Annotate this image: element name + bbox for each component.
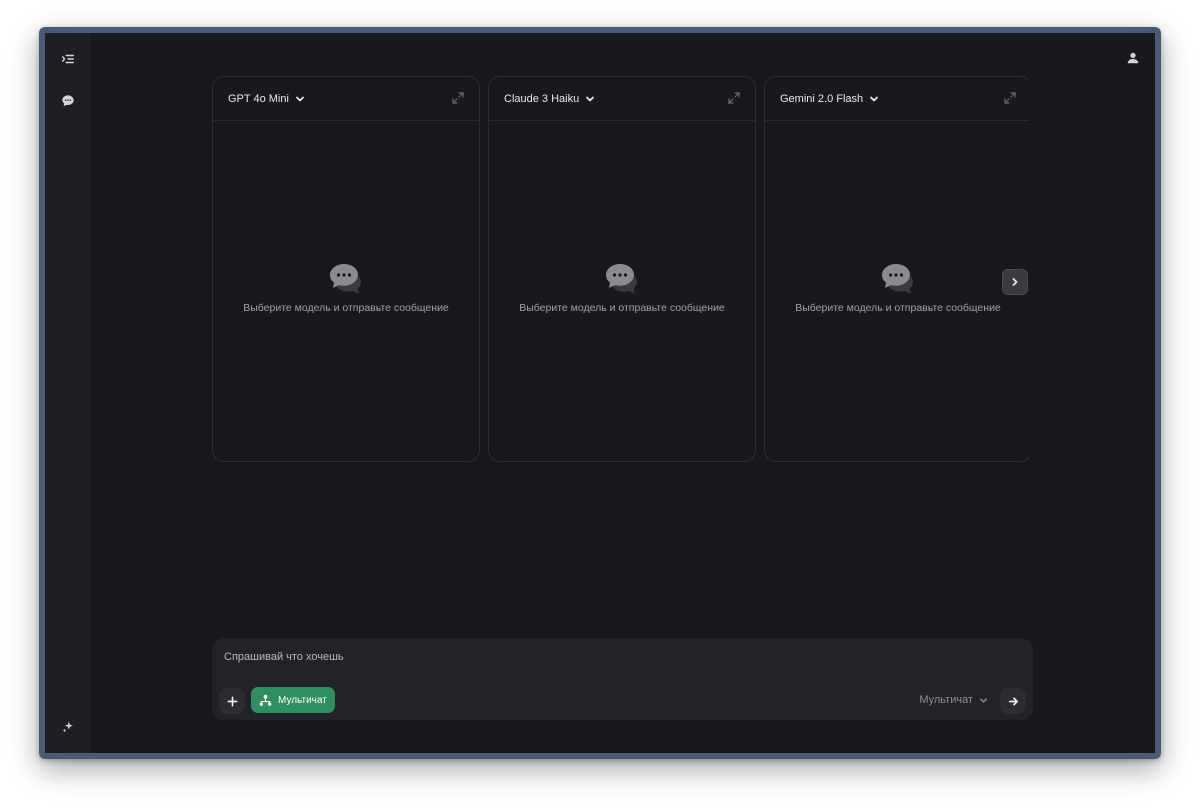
empty-state: Выберите модель и отправьте сообщение — [489, 262, 755, 314]
user-icon[interactable] — [1123, 48, 1143, 68]
empty-state: Выберите модель и отправьте сообщение — [765, 262, 1029, 314]
app-root: GPT 4o Mini Выберите модель и отправьте … — [45, 33, 1155, 753]
model-panel: Claude 3 Haiku Выберите модель и отправь… — [488, 76, 756, 462]
panel-header: GPT 4o Mini — [213, 77, 479, 121]
chevron-down-icon — [296, 96, 304, 101]
add-button[interactable] — [219, 688, 245, 714]
model-name: Gemini 2.0 Flash — [780, 92, 864, 105]
plus-icon — [227, 696, 237, 706]
composer: Мультичат Мультичат — [212, 638, 1033, 720]
sidebar-toggle-icon[interactable] — [58, 49, 78, 69]
model-name: Claude 3 Haiku — [504, 92, 580, 105]
model-select[interactable]: GPT 4o Mini — [228, 93, 305, 105]
scroll-next-button[interactable] — [1002, 269, 1028, 295]
arrow-right-icon — [1008, 696, 1018, 706]
chevron-down-icon — [870, 96, 879, 101]
model-panels: GPT 4o Mini Выберите модель и отправьте … — [212, 76, 1029, 469]
expand-icon[interactable] — [728, 92, 740, 104]
mode-select[interactable]: Мультичат — [919, 694, 988, 706]
model-panel: Gemini 2.0 Flash Выберите модель и отпра… — [764, 76, 1029, 462]
empty-state-text: Выберите модель и отправьте сообщение — [519, 302, 725, 314]
multichat-label: Мультичат — [278, 694, 327, 706]
sidebar — [45, 33, 91, 753]
send-button[interactable] — [1000, 688, 1026, 714]
chat-bubbles-icon — [330, 264, 361, 294]
chat-bubbles-icon — [606, 264, 637, 294]
hierarchy-icon — [259, 694, 272, 706]
panel-header: Gemini 2.0 Flash — [765, 77, 1029, 121]
mode-label: Мультичат — [919, 694, 973, 706]
message-input[interactable] — [224, 651, 1021, 663]
sparkle-icon[interactable] — [58, 717, 78, 737]
model-select[interactable]: Gemini 2.0 Flash — [780, 93, 879, 105]
empty-state: Выберите модель и отправьте сообщение — [213, 262, 479, 314]
chevron-right-icon — [1012, 278, 1018, 286]
expand-icon[interactable] — [1004, 92, 1016, 104]
model-name: GPT 4o Mini — [228, 92, 289, 105]
app-window: GPT 4o Mini Выберите модель и отправьте … — [39, 27, 1161, 759]
chevron-down-icon — [586, 96, 595, 101]
empty-state-text: Выберите модель и отправьте сообщение — [795, 302, 1001, 314]
expand-icon[interactable] — [452, 92, 464, 104]
model-panel: GPT 4o Mini Выберите модель и отправьте … — [212, 76, 480, 462]
chevron-down-icon — [980, 697, 987, 703]
multichat-button[interactable]: Мультичат — [251, 687, 335, 713]
chat-bubble-icon[interactable] — [58, 91, 78, 111]
panel-header: Claude 3 Haiku — [489, 77, 755, 121]
empty-state-text: Выберите модель и отправьте сообщение — [243, 302, 449, 314]
chat-bubbles-icon — [882, 264, 913, 294]
model-select[interactable]: Claude 3 Haiku — [504, 93, 595, 105]
